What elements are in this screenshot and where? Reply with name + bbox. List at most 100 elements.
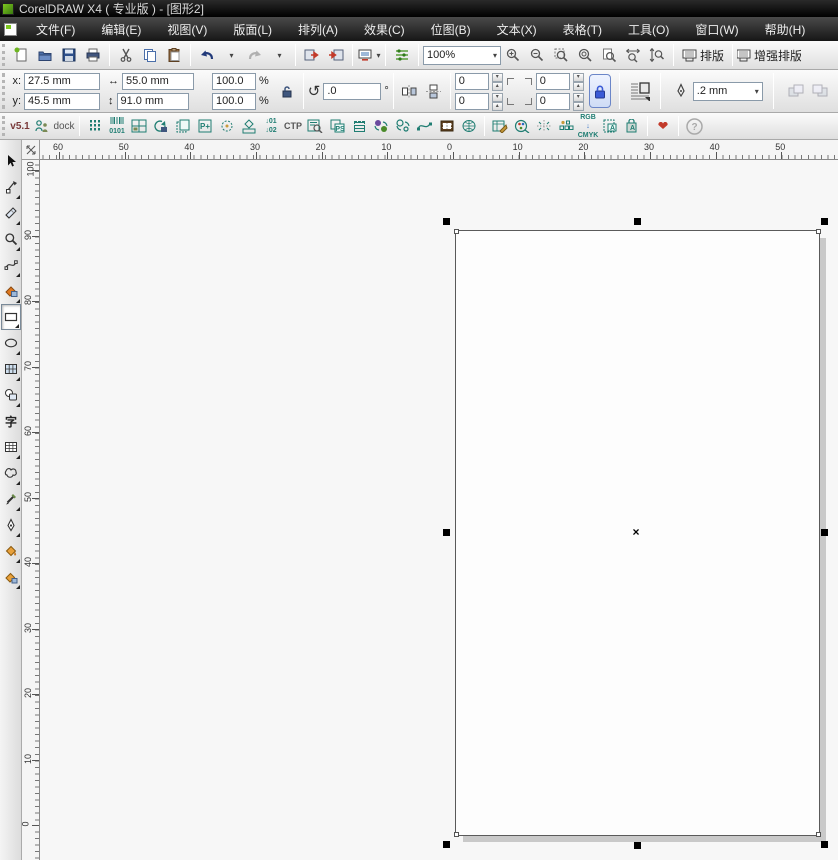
corner-bl-spinner[interactable]: ▾ ▴ [491,92,503,111]
application-launcher-button[interactable]: ▾ [357,43,381,67]
copy-button[interactable] [138,43,162,67]
scale-lock-icon[interactable] [275,79,299,103]
outline-width-combo[interactable]: .2 mm ▾ [692,81,763,101]
mirror-horizontal-button[interactable] [398,79,422,103]
menu-bitmaps[interactable]: 位图(B) [418,17,484,42]
menu-effects[interactable]: 效果(C) [351,17,418,42]
swap-objects-icon[interactable] [392,115,414,137]
corner-radius-tl-field[interactable]: 0 [454,72,489,90]
scale-h-field[interactable]: 100.0 [212,72,256,90]
table-tool[interactable] [1,434,21,460]
barcode-icon[interactable]: 0101 [106,115,128,137]
distribute-points-icon[interactable] [533,115,555,137]
selection-handle-top-left[interactable] [443,218,450,225]
fill-tool[interactable] [1,538,21,564]
rotation-angle-field[interactable]: .0 [323,82,382,100]
help-button[interactable]: ? [683,115,705,137]
booklet-icon[interactable]: 1:2 [436,115,458,137]
rgb-to-cmyk-icon[interactable]: RGB ↓ CMYK [577,114,599,139]
curve-nodes-icon[interactable] [414,115,436,137]
document-icon[interactable] [4,22,17,36]
zoom-to-selection-icon[interactable] [549,43,573,67]
zoom-to-width-icon[interactable] [621,43,645,67]
rectangle-tool[interactable] [1,304,21,330]
dock-button[interactable]: dock [53,115,75,137]
basic-shapes-tool[interactable] [1,382,21,408]
undo-dropdown[interactable]: ▾ [219,43,243,67]
pick-tool[interactable] [1,148,21,174]
corner-br-spinner[interactable]: ▾ ▴ [572,92,584,111]
menu-text[interactable]: 文本(X) [484,17,550,42]
zoom-tool[interactable] [1,226,21,252]
selection-handle-top-right[interactable] [821,218,828,225]
corner-radius-bl-field[interactable]: 0 [454,92,489,110]
ai-locked-icon[interactable]: Ai [621,115,643,137]
undo-button[interactable] [195,43,219,67]
smart-fill-tool[interactable] [1,278,21,304]
export-ps-icon[interactable]: PS [326,115,348,137]
paste-button[interactable] [162,43,186,67]
rect-node-bottom-left[interactable] [454,832,459,837]
ruler-origin-button[interactable] [22,140,40,160]
wrap-text-button[interactable] [628,79,652,103]
interactive-fill-tool[interactable] [1,564,21,590]
object-width-field[interactable]: 55.0 mm [122,72,194,90]
menu-layout[interactable]: 版面(L) [220,17,285,42]
selection-handle-top-middle[interactable] [633,218,641,225]
cut-button[interactable] [114,43,138,67]
x-position-field[interactable]: 27.5 mm [24,72,100,90]
zoom-in-icon[interactable] [501,43,525,67]
selection-handle-middle-right[interactable] [821,529,828,536]
toolbar-grip[interactable] [2,73,7,109]
save-button[interactable] [57,43,81,67]
to-front-button[interactable] [784,79,808,103]
text-tool[interactable]: 字 [1,408,21,434]
menu-edit[interactable]: 编辑(E) [88,17,154,42]
menu-table[interactable]: 表格(T) [550,17,615,42]
dotted-frame-icon[interactable] [348,115,370,137]
selection-handle-middle-left[interactable] [443,529,450,536]
shape-tool[interactable] [1,174,21,200]
share-users-icon[interactable] [31,115,53,137]
rect-node-bottom-right[interactable] [816,832,821,837]
y-position-field[interactable]: 45.5 mm [24,92,100,110]
zoom-to-all-icon[interactable] [573,43,597,67]
zoom-out-icon[interactable] [525,43,549,67]
menu-tools[interactable]: 工具(O) [615,17,682,42]
image-tiles-icon[interactable] [128,115,150,137]
selection-handle-bottom-middle[interactable] [633,842,641,849]
toolbar-grip[interactable] [2,116,7,136]
object-height-field[interactable]: 91.0 mm [116,92,189,110]
edit-template-icon[interactable] [489,115,511,137]
numbering-icon[interactable]: ↓01 ↓02 [260,115,282,137]
zoom-to-page-icon[interactable] [597,43,621,67]
redo-dropdown[interactable]: ▾ [267,43,291,67]
graph-paper-tool[interactable] [1,356,21,382]
menu-arrange[interactable]: 排列(A) [285,17,351,42]
selection-handle-bottom-left[interactable] [443,841,450,848]
small-squares-icon[interactable] [555,115,577,137]
eyedropper-tool[interactable] [1,486,21,512]
ai-export-icon[interactable]: Ai [599,115,621,137]
outline-pen-tool[interactable] [1,512,21,538]
menu-help[interactable]: 帮助(H) [752,17,819,42]
menu-view[interactable]: 视图(V) [154,17,220,42]
export-button[interactable] [324,43,348,67]
mirror-vertical-button[interactable] [422,79,446,103]
selection-handle-bottom-right[interactable] [821,841,828,848]
drawing-canvas[interactable]: × [40,160,838,860]
columns-icon[interactable] [84,115,106,137]
menu-window[interactable]: 窗口(W) [682,17,751,42]
rotate-save-icon[interactable] [150,115,172,137]
corner-radius-tr-field[interactable]: 0 [535,72,570,90]
layout-view-button[interactable]: 排版 [678,43,728,67]
ctp-button[interactable]: CTP [282,115,304,137]
rect-node-top-left[interactable] [454,229,459,234]
crop-tool[interactable] [1,200,21,226]
vip-button[interactable] [652,115,674,137]
object-center-mark[interactable]: × [633,525,640,539]
open-button[interactable] [33,43,57,67]
options-button[interactable] [390,43,414,67]
import-button[interactable] [300,43,324,67]
page-plus-icon[interactable]: P+ [194,115,216,137]
